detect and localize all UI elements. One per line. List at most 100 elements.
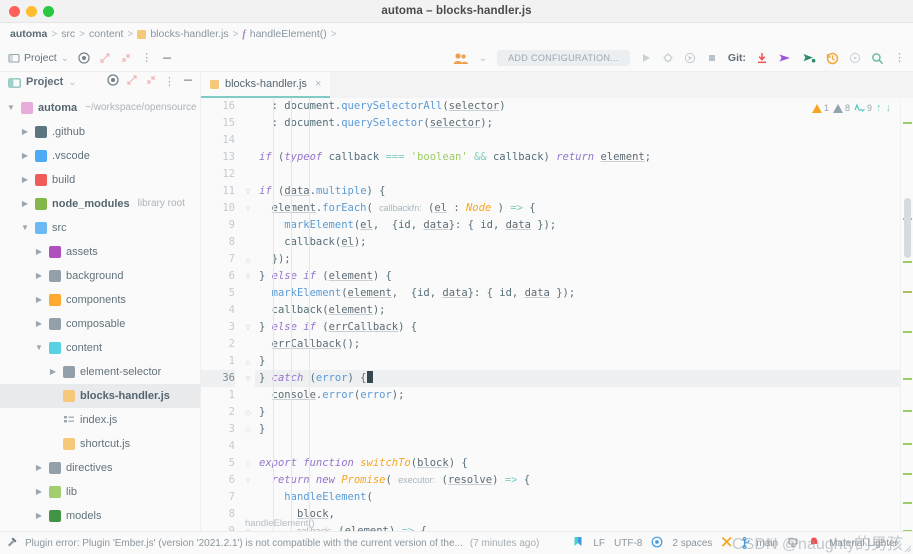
code-line[interactable]: if (typeof callback === 'boolean' && cal… <box>255 149 913 166</box>
chevron-right-icon[interactable]: ▶ <box>34 247 44 256</box>
fold-marker[interactable]: △ <box>241 251 255 268</box>
tree-item-element-selector[interactable]: ▶ element-selector <box>0 360 200 384</box>
chevron-right-icon[interactable]: ▶ <box>34 271 44 280</box>
chevron-right-icon[interactable]: ▶ <box>34 463 44 472</box>
chevron-right-icon[interactable]: ▶ <box>20 151 30 160</box>
fold-marker[interactable]: ▽ <box>241 268 255 285</box>
expand-icon[interactable] <box>99 52 111 64</box>
sidebar-chevron-down-icon[interactable]: ⌄ <box>68 77 76 88</box>
chevron-right-icon[interactable]: ▶ <box>20 199 30 208</box>
breadcrumb-item-file[interactable]: blocks-handler.js <box>137 28 229 40</box>
code-line[interactable]: callback(el); <box>255 234 913 251</box>
breadcrumb-item-src[interactable]: src <box>61 28 75 40</box>
checkmark-icon[interactable] <box>573 536 584 551</box>
tree-item-directives[interactable]: ▶ directives <box>0 456 200 480</box>
tree-item-node-modules[interactable]: ▶ node_modules library root <box>0 192 200 216</box>
fold-marker[interactable]: ○ <box>241 421 255 438</box>
code-line[interactable]: console.error(error); <box>255 387 913 404</box>
tree-item-shortcut-js[interactable]: ▶shortcut.js <box>0 432 200 456</box>
code-lines[interactable]: : document.querySelectorAll(selector) : … <box>255 98 913 531</box>
avatar-dropdown-icon[interactable]: ⌄ <box>479 53 487 64</box>
avatar-icon[interactable] <box>453 52 469 65</box>
code-line[interactable]: : document.querySelector(selector); <box>255 115 913 132</box>
git-push-icon[interactable] <box>802 52 816 64</box>
code-line[interactable]: } <box>255 421 913 438</box>
fold-marker[interactable]: ▽ <box>241 200 255 217</box>
breadcrumb-item-function[interactable]: f handleElement() <box>242 28 326 40</box>
code-line[interactable]: } else if (element) { <box>255 268 913 285</box>
code-line[interactable]: return new Promise( executor: (resolve) … <box>255 472 913 489</box>
code-line[interactable]: } catch (error) { <box>255 370 913 387</box>
project-tool-button[interactable]: Project ⌄ <box>6 52 69 64</box>
typo-count-item[interactable]: 9 <box>854 103 872 113</box>
code-line[interactable]: element.forEach( callbackfn: (el : Node … <box>255 200 913 217</box>
code-line[interactable]: errCallback(); <box>255 336 913 353</box>
fold-marker[interactable]: ○ <box>241 455 255 472</box>
inspector-icon[interactable] <box>787 536 799 551</box>
fold-marker[interactable]: ▽ <box>241 472 255 489</box>
collapse-icon[interactable] <box>120 52 132 64</box>
indent-selector[interactable]: 2 spaces <box>672 538 712 549</box>
tree-item-build[interactable]: ▶ build <box>0 168 200 192</box>
tree-item-automa[interactable]: ▼ automa ~/workspace/opensource/ <box>0 96 200 120</box>
tree-item-assets[interactable]: ▶ assets <box>0 240 200 264</box>
sidebar-options-icon[interactable]: ⋮ <box>164 77 175 88</box>
tree-item--vscode[interactable]: ▶ .vscode <box>0 144 200 168</box>
code-line[interactable]: markElement(el, {id, data}: { id, data }… <box>255 217 913 234</box>
fold-marker[interactable]: ▽ <box>241 370 255 387</box>
chevron-right-icon[interactable]: ▶ <box>34 487 44 496</box>
code-line[interactable]: }); <box>255 251 913 268</box>
git-rollback-icon[interactable] <box>849 52 861 64</box>
chevron-right-icon[interactable]: ▶ <box>20 175 30 184</box>
tree-item-blocks-handler-js[interactable]: ▶blocks-handler.js <box>0 383 200 408</box>
project-tree[interactable]: ▼ automa ~/workspace/opensource/ ▶ .github ▶.… <box>0 93 200 531</box>
tree-item-content[interactable]: ▼ content <box>0 336 200 360</box>
breadcrumb-item-project[interactable]: automa <box>10 28 47 40</box>
code-line[interactable]: } else if (errCallback) { <box>255 319 913 336</box>
more-options-icon[interactable]: ⋮ <box>141 53 152 64</box>
editor-scrollbar-thumb[interactable] <box>904 198 911 258</box>
eye-icon[interactable] <box>651 536 663 551</box>
sidebar-expand-icon[interactable] <box>126 73 138 91</box>
status-message[interactable]: Plugin error: Plugin 'Ember.js' (version… <box>25 538 463 549</box>
toolbar-options-icon[interactable]: ⋮ <box>894 53 905 64</box>
wrench-icon[interactable] <box>721 536 733 551</box>
chevron-right-icon[interactable]: ▶ <box>34 295 44 304</box>
git-update-icon[interactable] <box>756 52 768 65</box>
inspections-widget[interactable]: 1 8 9 ↑ ↓ <box>811 102 892 114</box>
code-line[interactable]: } <box>255 404 913 421</box>
breadcrumb-item-content[interactable]: content <box>89 28 123 40</box>
sidebar-target-icon[interactable] <box>107 73 119 91</box>
code-line[interactable] <box>255 166 913 183</box>
sidebar-hide-icon[interactable] <box>182 73 194 91</box>
git-commit-icon[interactable] <box>778 52 792 64</box>
code-folding-gutter[interactable]: ▽▽△▽▽△▽○○○▽▽▽ <box>241 98 255 531</box>
tree-item-components[interactable]: ▶ components <box>0 288 200 312</box>
next-problem-icon[interactable]: ↓ <box>886 102 892 114</box>
tree-item-lib[interactable]: ▶ lib <box>0 480 200 504</box>
code-editor[interactable]: 161514131211109876543213612345678910 ▽▽△… <box>201 98 913 531</box>
code-line[interactable]: markElement(element, {id, data}: { id, d… <box>255 285 913 302</box>
run-icon[interactable] <box>640 52 652 64</box>
code-line[interactable]: if (data.multiple) { <box>255 183 913 200</box>
code-line[interactable]: handleElement( <box>255 489 913 506</box>
code-line[interactable]: } <box>255 353 913 370</box>
tree-item-index-js[interactable]: ▶index.js <box>0 408 200 432</box>
chevron-right-icon[interactable]: ▶ <box>48 367 58 376</box>
branch-selector[interactable]: main <box>742 537 778 549</box>
tree-item--github[interactable]: ▶ .github <box>0 120 200 144</box>
line-ending-selector[interactable]: LF <box>593 538 605 549</box>
previous-problem-icon[interactable]: ↑ <box>876 102 882 114</box>
code-line[interactable]: callback: (element) => { <box>255 523 913 531</box>
warning-count-item[interactable]: 1 <box>811 103 829 113</box>
chevron-down-icon[interactable]: ▼ <box>34 343 44 352</box>
code-line[interactable] <box>255 438 913 455</box>
marker-gutter[interactable] <box>900 98 913 531</box>
code-line[interactable]: callback(element); <box>255 302 913 319</box>
tree-item-models[interactable]: ▶ models <box>0 504 200 528</box>
chevron-right-icon[interactable]: ▶ <box>34 511 44 520</box>
plugin-error-icon[interactable] <box>6 536 18 551</box>
close-tab-icon[interactable]: × <box>315 78 321 90</box>
chevron-right-icon[interactable]: ▶ <box>34 319 44 328</box>
tree-item-composable[interactable]: ▶ composable <box>0 312 200 336</box>
